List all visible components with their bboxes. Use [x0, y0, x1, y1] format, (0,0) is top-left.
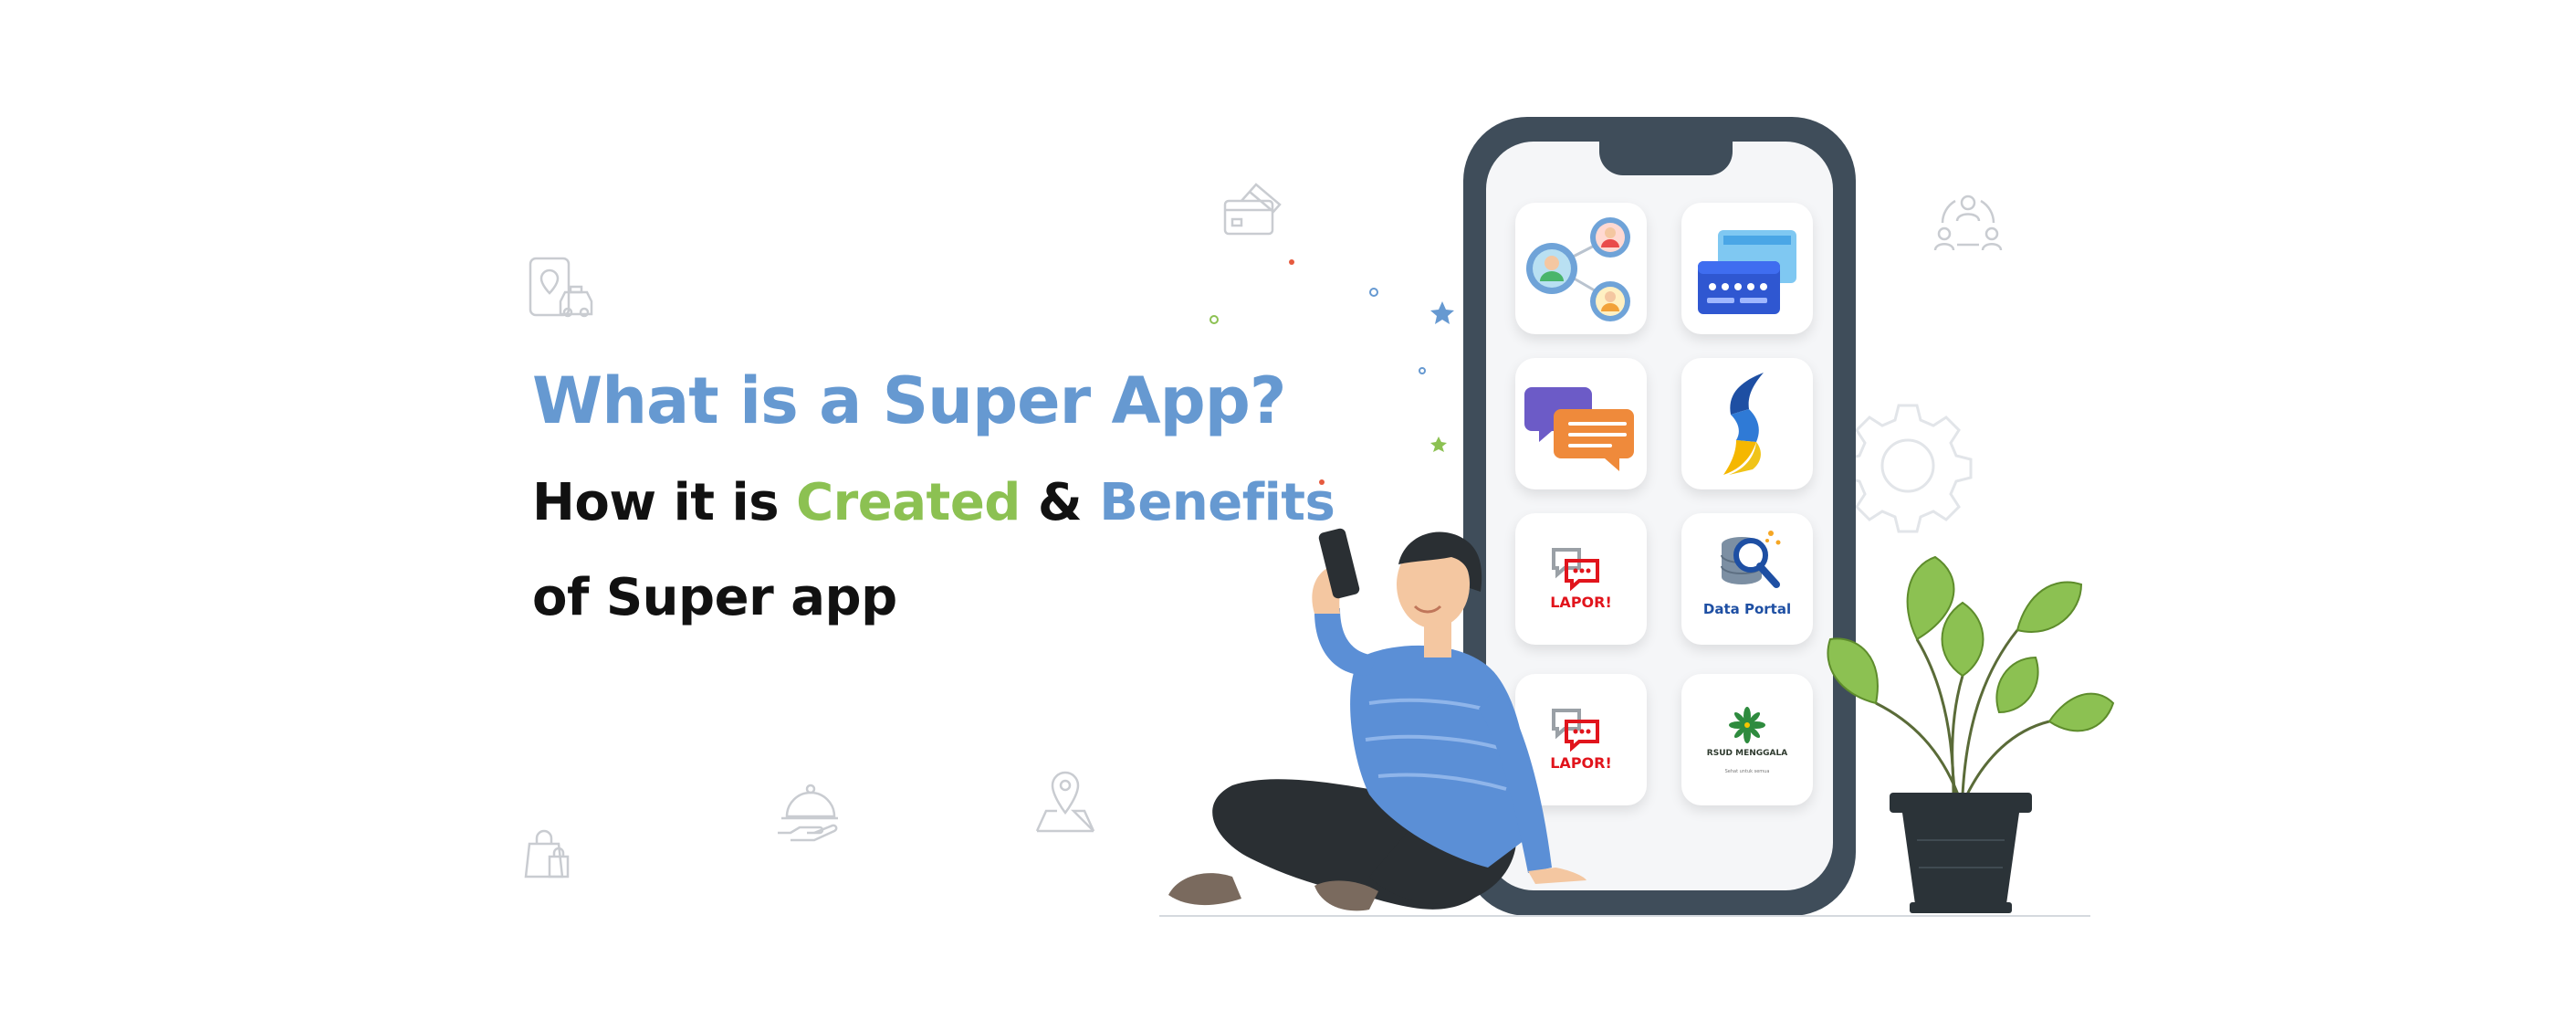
id-card-icon — [1698, 230, 1796, 314]
rsud-menggala-label: RSUD MENGGALA — [1706, 749, 1788, 758]
map-pin-icon — [1035, 771, 1095, 833]
headline: What is a Super App? — [532, 363, 1286, 438]
s-logo-icon — [1723, 373, 1764, 475]
super-app-banner: What is a Super App? How it is Created &… — [0, 0, 2576, 1031]
rsud-menggala-logo-icon — [1729, 707, 1765, 743]
subheadline-text-created: Created — [796, 473, 1021, 532]
chat-bubbles-icon — [1524, 387, 1634, 471]
app-tile-s-logo[interactable] — [1681, 358, 1813, 489]
app-tile-rsud-menggala[interactable]: RSUD MENGGALA Sehat untuk semua — [1681, 674, 1813, 805]
rsud-menggala-tagline: Sehat untuk semua — [1724, 769, 1770, 774]
phone-notch — [1599, 137, 1733, 175]
people-network-icon — [1526, 217, 1630, 321]
app-tile-id-card[interactable] — [1681, 203, 1813, 334]
data-portal-label: Data Portal — [1702, 601, 1792, 617]
food-cloche-icon — [778, 784, 838, 842]
subheadline-text-and: & — [1020, 473, 1100, 532]
subheadline-line-2: of Super app — [532, 568, 897, 627]
shopping-bag-icon — [524, 829, 570, 878]
team-network-icon — [1933, 195, 2003, 251]
app-tile-people-network[interactable] — [1515, 203, 1647, 334]
gear-outline-icon — [1843, 404, 1973, 533]
map-taxi-icon — [529, 257, 593, 318]
man-with-phone-illustration — [1168, 528, 1586, 911]
potted-plant-illustration — [1827, 555, 2115, 913]
app-tile-data-portal[interactable]: Data Portal — [1681, 513, 1813, 645]
credit-card-icon — [1223, 183, 1282, 236]
subheadline-text-how: How it is — [532, 473, 797, 532]
app-tile-chat[interactable] — [1515, 358, 1647, 489]
data-portal-icon — [1721, 531, 1781, 588]
